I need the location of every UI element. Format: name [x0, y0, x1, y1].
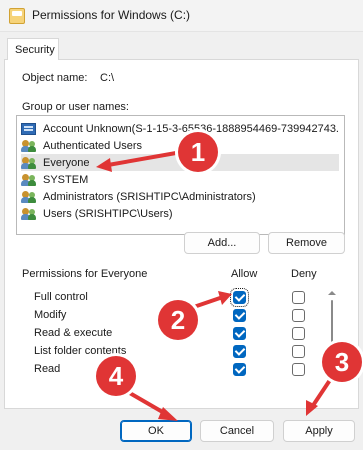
list-item-account-unknown[interactable]: Account Unknown(S-1-15-3-65536-188895446…: [21, 120, 339, 137]
remove-button[interactable]: Remove: [268, 232, 345, 254]
list-item-label: Everyone: [43, 156, 90, 169]
permissions-label: Permissions for Everyone: [22, 268, 148, 280]
users-icon: [21, 173, 37, 187]
ok-button[interactable]: OK: [120, 420, 192, 442]
users-icon: [21, 139, 37, 153]
allow-checkbox-list-folder[interactable]: [233, 345, 246, 358]
users-icon: [21, 190, 37, 204]
group-names-label: Group or user names:: [22, 101, 129, 113]
annotation-marker-4: 4: [96, 356, 136, 396]
dialog-body: Security Object name: C:\ Group or user …: [0, 32, 363, 450]
permission-name: Full control: [34, 291, 88, 303]
title-bar: Permissions for Windows (C:): [0, 0, 363, 32]
permission-row-read: Read: [29, 360, 305, 378]
list-item-users[interactable]: Users (SRISHTIPC\Users): [21, 205, 339, 222]
scroll-up-arrow-icon[interactable]: [328, 291, 336, 295]
list-item-administrators[interactable]: Administrators (SRISHTIPC\Administrators…: [21, 188, 339, 205]
object-name-value: C:\: [100, 72, 115, 84]
permission-name: Read: [34, 363, 61, 375]
list-item-label: Authenticated Users: [43, 139, 143, 152]
deny-checkbox-read[interactable]: [292, 363, 305, 376]
cancel-button[interactable]: Cancel: [200, 420, 274, 442]
users-icon: [21, 207, 37, 221]
permission-row-list-folder: List folder contents: [29, 342, 305, 360]
add-button[interactable]: Add...: [184, 232, 260, 254]
annotation-marker-2: 2: [158, 300, 198, 340]
group-user-list[interactable]: Account Unknown(S-1-15-3-65536-188895446…: [16, 115, 345, 235]
annotation-marker-1: 1: [178, 132, 218, 172]
annotation-marker-3: 3: [322, 342, 362, 382]
object-name-label: Object name:: [22, 72, 88, 84]
permission-row-full-control: Full control: [29, 288, 305, 307]
allow-header: Allow: [231, 268, 258, 280]
allow-checkbox-full-control[interactable]: [230, 288, 249, 307]
users-icon: [21, 156, 37, 170]
deny-header: Deny: [291, 268, 317, 280]
list-item-system[interactable]: SYSTEM: [21, 171, 339, 188]
window-title: Permissions for Windows (C:): [32, 8, 191, 22]
tab-security[interactable]: Security: [7, 38, 59, 60]
permission-name: Modify: [34, 309, 67, 321]
list-item-label: Users (SRISHTIPC\Users): [43, 207, 173, 220]
deny-checkbox-read-execute[interactable]: [292, 327, 305, 340]
list-item-label: Administrators (SRISHTIPC\Administrators…: [43, 190, 256, 203]
allow-checkbox-read-execute[interactable]: [233, 327, 246, 340]
list-item-label: SYSTEM: [43, 173, 89, 186]
drive-icon: [9, 8, 25, 24]
deny-checkbox-list-folder[interactable]: [292, 345, 305, 358]
permission-name: Read & execute: [34, 327, 113, 339]
deny-checkbox-full-control[interactable]: [292, 291, 305, 304]
unknown-account-icon: [21, 122, 37, 136]
allow-checkbox-read[interactable]: [233, 363, 246, 376]
apply-button[interactable]: Apply: [283, 420, 355, 442]
deny-checkbox-modify[interactable]: [292, 309, 305, 322]
allow-checkbox-modify[interactable]: [233, 309, 246, 322]
